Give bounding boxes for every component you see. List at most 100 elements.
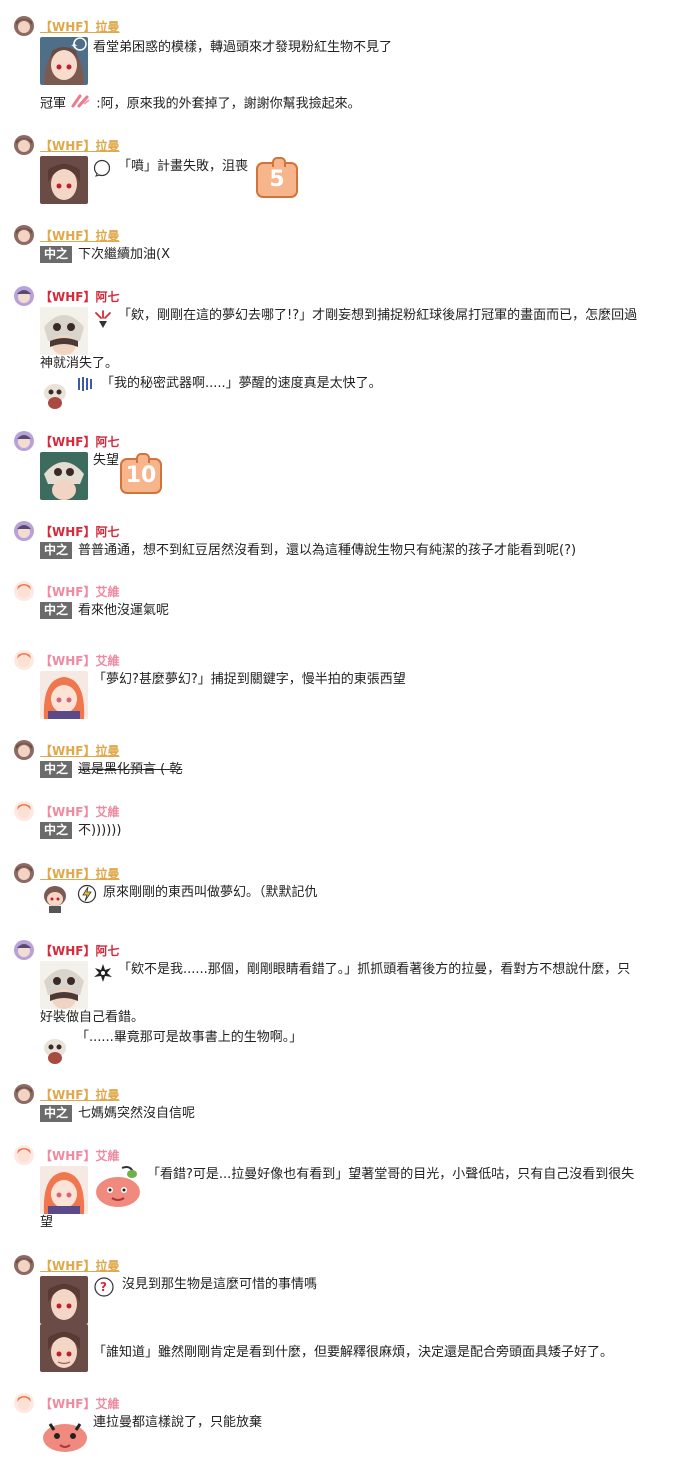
- post-text-line3: 「......畢竟那可是故事書上的生物啊。」: [76, 1030, 303, 1045]
- post-text-line2: 神就消失了。: [40, 356, 119, 371]
- avatar-aqi[interactable]: [14, 521, 34, 541]
- post-text: 失望: [93, 453, 120, 468]
- author-name[interactable]: 【WHF】阿七: [40, 523, 119, 540]
- post-text: 「噴」計畫失敗，沮喪: [118, 159, 249, 174]
- avatar-laman[interactable]: [14, 740, 34, 760]
- dice-badge: 10: [120, 453, 162, 494]
- author-name[interactable]: 【WHF】拉曼: [40, 1086, 119, 1103]
- sparkle-icon: [72, 37, 90, 55]
- sweat-lines-icon: [76, 376, 96, 396]
- post-text: 「看錯?可是...拉曼好像也有看到」望著堂哥的目光，小聲低咕，只有自己沒看到很失: [147, 1167, 635, 1182]
- svg-text:?: ?: [100, 1280, 107, 1294]
- portrait-aiwei: [40, 671, 88, 719]
- post-text: 下次繼續加油(X: [78, 247, 170, 262]
- author-name[interactable]: 【WHF】拉曼: [40, 227, 119, 244]
- post-header: 【WHF】拉曼: [14, 1254, 119, 1276]
- post-text: 普普通通，想不到紅豆居然沒看到，還以為這種傳說生物只有純潔的孩子才能看到呢(?): [78, 543, 577, 558]
- portrait-laman: [40, 1324, 88, 1372]
- avatar-laman[interactable]: [14, 1255, 34, 1275]
- post-text-row: 中之 不)))))): [40, 822, 121, 840]
- chibi-aqi: [40, 380, 70, 410]
- chibi-laman: [40, 884, 70, 914]
- author-name[interactable]: 【WHF】艾維: [40, 1147, 119, 1164]
- avatar-laman[interactable]: [14, 225, 34, 245]
- author-name[interactable]: 【WHF】艾維: [40, 583, 119, 600]
- author-name[interactable]: 【WHF】拉曼: [40, 18, 119, 35]
- avatar-laman[interactable]: [14, 863, 34, 883]
- post-text: 七媽媽突然沒自信呢: [78, 1106, 196, 1121]
- avatar-laman[interactable]: [14, 16, 34, 36]
- portrait-aqi: [40, 307, 88, 355]
- post-text-line2: 望: [40, 1215, 54, 1230]
- post-header: 【WHF】拉曼: [14, 15, 119, 37]
- ooc-tag: 中之: [40, 761, 73, 778]
- avatar-aiwei[interactable]: [14, 801, 34, 821]
- lightning-bubble-icon: [76, 884, 98, 908]
- portrait-aiwei: [40, 1166, 88, 1214]
- author-name[interactable]: 【WHF】艾維: [40, 1395, 119, 1412]
- sparkle-icon: [70, 94, 92, 114]
- post-text-row: 中之 還是黑化預言 ( 乾: [40, 761, 182, 779]
- author-name[interactable]: 【WHF】艾維: [40, 652, 119, 669]
- portrait-laman: [40, 1276, 88, 1324]
- post-header: 【WHF】艾維: [14, 580, 119, 602]
- portrait-aqi: [40, 452, 88, 500]
- portrait-laman: [40, 156, 88, 204]
- avatar-aqi[interactable]: [14, 286, 34, 306]
- anger-mark-icon: [93, 309, 113, 333]
- post-header: 【WHF】拉曼: [14, 739, 119, 761]
- ooc-tag: 中之: [40, 822, 73, 839]
- avatar-laman[interactable]: [14, 1084, 34, 1104]
- post-text-line3: 「我的秘密武器啊.....」夢醒的速度真是太快了。: [101, 376, 382, 391]
- author-name[interactable]: 【WHF】拉曼: [40, 137, 119, 154]
- post-text-line2: 冠軍 :阿，原來我的外套掉了，謝謝你幫我撿起來。: [40, 94, 361, 114]
- post-text: 不)))))): [78, 823, 122, 838]
- post-header: 【WHF】艾維: [14, 800, 119, 822]
- post-text: 「夢幻?甚麼夢幻?」捕捉到關鍵字，慢半拍的東張西望: [93, 672, 406, 687]
- author-name[interactable]: 【WHF】拉曼: [40, 865, 119, 882]
- post-text: 原來剛剛的東西叫做夢幻。（默默記仇: [103, 885, 318, 900]
- pink-creature-image: [40, 1418, 90, 1454]
- author-name[interactable]: 【WHF】阿七: [40, 288, 119, 305]
- author-name[interactable]: 【WHF】艾維: [40, 803, 119, 820]
- post-text: 看堂弟困惑的模樣，轉過頭來才發現粉紅生物不見了: [93, 40, 393, 55]
- post-header: 【WHF】拉曼: [14, 862, 119, 884]
- quote-text: :阿，原來我的外套掉了，謝謝你幫我撿起來。: [96, 96, 361, 112]
- avatar-aqi[interactable]: [14, 940, 34, 960]
- post-text-line2: 好裝做自己看錯。: [40, 1010, 145, 1025]
- portrait-aqi: [40, 961, 88, 1009]
- ooc-tag: 中之: [40, 542, 73, 559]
- post-text-line2: 「誰知道」雖然剛剛肯定是看到什麼，但要解釋很麻煩，決定還是配合旁頭面具矮子好了。: [93, 1345, 614, 1360]
- post-header: 【WHF】阿七: [14, 520, 119, 542]
- post-header: 【WHF】拉曼: [14, 1083, 119, 1105]
- quote-prefix: 冠軍: [40, 96, 67, 112]
- pink-creature-image: [92, 1166, 144, 1210]
- speech-bubble-icon: [93, 159, 111, 181]
- post-header: 【WHF】艾維: [14, 649, 119, 671]
- question-bubble-icon: ?: [93, 1276, 115, 1302]
- post-text: 「欸，剛剛在這的夢幻去哪了!?」才剛妄想到捕捉粉紅球後屌打冠軍的畫面而已，怎麼回…: [118, 308, 638, 323]
- post-text: 看來他沒運氣呢: [78, 603, 170, 618]
- avatar-aiwei[interactable]: [14, 1145, 34, 1165]
- post-text-row: 中之 七媽媽突然沒自信呢: [40, 1105, 195, 1123]
- post-text-row: 中之 下次繼續加油(X: [40, 246, 170, 264]
- author-name[interactable]: 【WHF】阿七: [40, 942, 119, 959]
- post-text: 還是黑化預言 ( 乾: [78, 762, 183, 777]
- post-header: 【WHF】拉曼: [14, 134, 119, 156]
- ooc-tag: 中之: [40, 1105, 73, 1122]
- post-header: 【WHF】艾維: [14, 1144, 119, 1166]
- avatar-aqi[interactable]: [14, 431, 34, 451]
- post-header: 【WHF】拉曼: [14, 224, 119, 246]
- author-name[interactable]: 【WHF】阿七: [40, 433, 119, 450]
- avatar-aiwei[interactable]: [14, 581, 34, 601]
- author-name[interactable]: 【WHF】拉曼: [40, 742, 119, 759]
- post-header: 【WHF】阿七: [14, 285, 119, 307]
- avatar-aiwei[interactable]: [14, 1393, 34, 1413]
- author-name[interactable]: 【WHF】拉曼: [40, 1257, 119, 1274]
- avatar-aiwei[interactable]: [14, 650, 34, 670]
- avatar-laman[interactable]: [14, 135, 34, 155]
- ooc-tag: 中之: [40, 602, 73, 619]
- post-text: 連拉曼都這樣說了，只能放棄: [93, 1415, 263, 1430]
- dice-badge: 5: [256, 157, 298, 198]
- post-header: 【WHF】阿七: [14, 430, 119, 452]
